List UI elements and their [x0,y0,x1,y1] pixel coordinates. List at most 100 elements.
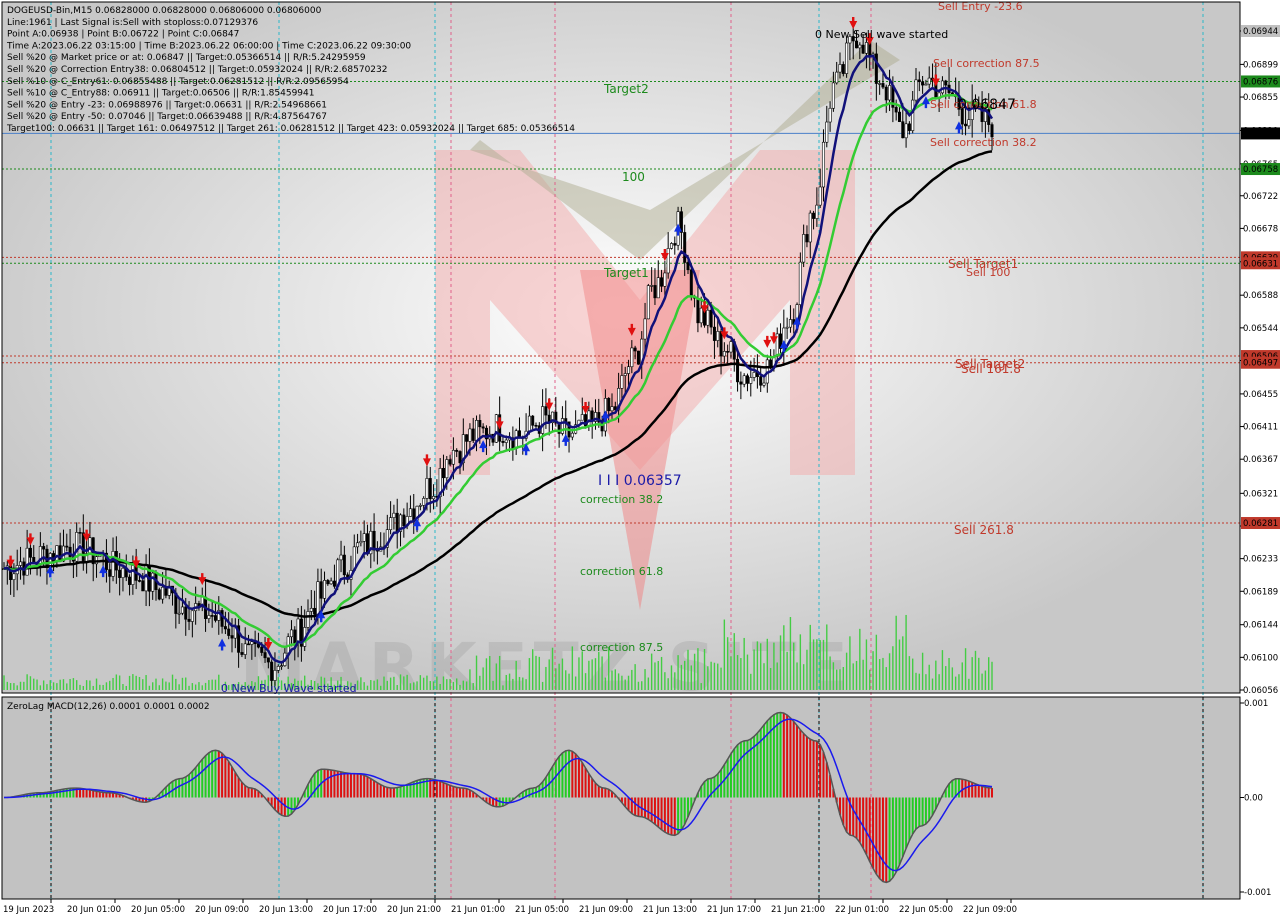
info-line: Sell %20 @ Entry -50: 0.07046 || Target:… [7,112,327,122]
y-tick-label: 0.06411 [1243,423,1278,433]
x-tick-label: 21 Jun 21:00 [771,905,825,915]
candle [531,415,535,426]
candle [798,261,802,305]
x-tick-label: 22 Jun 05:00 [899,905,953,915]
annotation-label: 0.06847 [958,97,1016,113]
candle [990,124,994,138]
y-tick-label: 0.06144 [1243,621,1278,631]
level-label: Target1 [603,266,649,280]
candle [293,629,297,644]
macd-y-tick-label: 0.001 [1244,699,1268,709]
candle [247,643,251,646]
candle [395,512,399,532]
candle [683,232,687,263]
candle [967,119,971,127]
candle [812,212,816,219]
candle [901,121,905,139]
x-tick-label: 20 Jun 21:00 [387,905,441,915]
x-tick-label: 20 Jun 13:00 [259,905,313,915]
y-tick-label: 0.06321 [1243,489,1278,499]
candle [861,44,865,54]
x-tick-label: 20 Jun 09:00 [195,905,249,915]
candle [818,186,822,206]
candle [881,83,885,88]
candle [888,85,892,101]
level-label: Sell Target1 [948,257,1018,271]
candle [323,580,327,599]
candle [686,262,690,271]
candle [432,496,436,500]
candle [501,441,505,443]
candle [55,545,59,562]
y-tick-label: 0.06455 [1243,390,1278,400]
candle [927,77,931,85]
price-tag-label: 0.06806 [1243,129,1278,139]
candle [339,554,343,561]
info-line: Sell %20 @ Entry -23: 0.06988976 || Targ… [7,100,327,110]
candle [42,546,46,550]
candle [289,629,293,638]
candle [570,432,574,438]
candle [841,64,845,74]
candle [108,569,112,577]
candle [471,428,475,441]
annotation-label: correction 61.8 [580,565,663,578]
candle [964,123,968,127]
candle [392,512,396,518]
candle [729,341,733,353]
candle [838,64,842,73]
macd-y-tick-label: 0.00 [1244,794,1263,804]
candle [669,243,673,249]
candle [673,243,677,246]
y-tick-label: 0.06855 [1243,93,1278,103]
candle [296,618,300,644]
chart-canvas[interactable]: MARKETZ SITE Sell Entry -23.60 New Sell … [0,0,1280,920]
y-tick-label: 0.06189 [1243,587,1278,597]
candle [332,580,336,587]
annotation-label: Sell correction 38.2 [930,136,1037,149]
candle [187,618,191,622]
candle [745,375,749,384]
candle [356,542,360,548]
candle [455,449,459,452]
annotation-label: correction 38.2 [580,493,663,506]
candle [326,580,330,585]
candle [689,269,693,298]
y-tick-label: 0.06544 [1243,324,1278,334]
candle [907,123,911,131]
candle [465,434,469,442]
candle [12,573,16,580]
candle [610,406,614,412]
candle [759,376,763,386]
candle [230,635,234,639]
candle [213,615,217,621]
x-tick-label: 20 Jun 01:00 [67,905,121,915]
annotation-label: 0 New Sell wave started [815,28,948,41]
candle [742,375,746,385]
x-tick-label: 20 Jun 05:00 [131,905,185,915]
candle [180,606,184,614]
macd-title: ZeroLag MACD(12,26) 0.0001 0.0001 0.0002 [7,702,210,712]
y-tick-label: 0.06100 [1243,653,1278,663]
candle [481,426,485,429]
x-tick-label: 19 Jun 2023 [3,905,54,915]
info-line: Target100: 0.06631 || Target 161: 0.0649… [6,124,575,134]
candle [815,204,819,219]
candle [623,373,627,376]
info-line: DOGEUSD-Bin,M15 0.06828000 0.06828000 0.… [7,6,322,16]
candle [451,449,455,465]
candle [858,44,862,49]
candle [660,277,664,287]
candle [884,86,888,101]
candle [940,80,944,94]
candle [788,319,792,328]
candle [630,347,634,368]
candle [914,79,918,101]
y-tick-label: 0.06722 [1243,192,1278,202]
candle [78,532,82,534]
x-tick-label: 20 Jun 17:00 [323,905,377,915]
candle [316,581,320,615]
info-line: Time A:2023.06.22 03:15:00 | Time B:2023… [6,41,411,51]
candle [643,318,647,340]
candle [223,626,227,630]
